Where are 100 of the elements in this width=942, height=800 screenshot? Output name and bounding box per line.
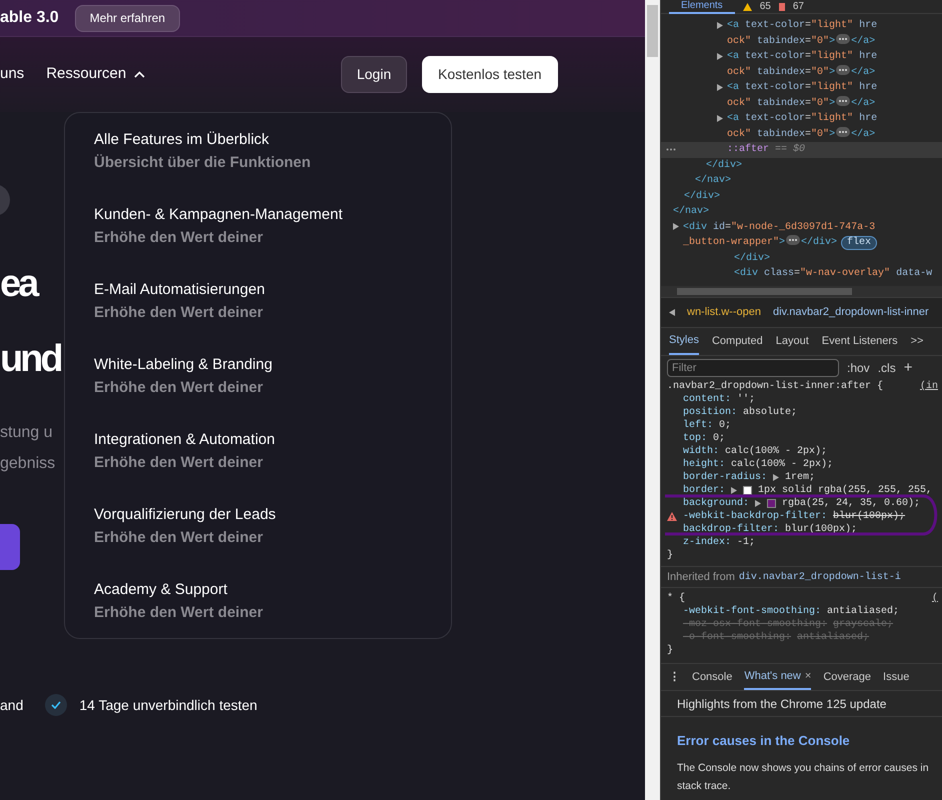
- closing-tag: </div>: [734, 252, 770, 264]
- drawer-header: Highlights from the Chrome 125 update: [677, 696, 886, 712]
- expand-arrow-icon[interactable]: [717, 22, 723, 29]
- css-selector: * {: [667, 592, 686, 605]
- more-dots-icon[interactable]: [666, 148, 676, 151]
- class-button[interactable]: .cls: [878, 359, 896, 377]
- drawer-menu-button[interactable]: ⋮: [669, 664, 680, 690]
- css-value: 0;: [719, 419, 732, 432]
- breadcrumb[interactable]: wn-list.w--open: [687, 304, 761, 321]
- item-subtitle: Übersicht über die Funktionen: [94, 153, 311, 173]
- item-title: Vorqualifizierung der Leads: [94, 505, 276, 525]
- ellipsis-badge-icon[interactable]: [836, 64, 850, 74]
- item-title: Alle Features im Überblick: [94, 130, 270, 150]
- scroll-left-icon[interactable]: [669, 309, 675, 316]
- ellipsis-badge-icon[interactable]: [836, 34, 850, 44]
- dropdown-item[interactable]: Integrationen & Automation Erhöhe den Wert deiner: [94, 429, 451, 475]
- expand-arrow-icon[interactable]: [755, 500, 762, 507]
- dropdown-item[interactable]: Alle Features im Überblick Übersicht über die Funktionen: [94, 129, 451, 175]
- dropdown-item[interactable]: E-Mail Automatisierungen Erhöhe den Wert deiner: [94, 279, 451, 325]
- css-property: position:: [683, 406, 738, 419]
- css-value: -1;: [737, 536, 756, 549]
- closing-tag: </nav>: [695, 175, 732, 186]
- nav-link[interactable]: uns: [0, 63, 24, 86]
- color-swatch[interactable]: [743, 486, 752, 495]
- css-value: calc(100% - 2px);: [731, 458, 834, 471]
- css-property: border:: [683, 484, 726, 497]
- css-property: height:: [683, 458, 726, 471]
- scrollbar[interactable]: [645, 0, 660, 800]
- drawer-tab[interactable]: Issue: [883, 664, 910, 690]
- panel-tab[interactable]: Computed: [712, 328, 763, 355]
- css-value: absolute;: [743, 406, 798, 419]
- panel-tab[interactable]: Event Listeners: [822, 328, 898, 355]
- dropdown-item[interactable]: White-Labeling & Branding Erhöhe den Wert deiner: [94, 354, 451, 400]
- warning-icon[interactable]: [742, 2, 752, 10]
- hero-headline: ea: [0, 262, 36, 307]
- hover-state-button[interactable]: :hov: [847, 359, 870, 377]
- color-swatch[interactable]: [767, 499, 776, 508]
- drawer-tab[interactable]: Coverage: [823, 664, 872, 690]
- primary-button[interactable]: [0, 524, 20, 570]
- ellipsis-badge-icon[interactable]: [836, 96, 850, 106]
- dom-node-text: <div id="w-node-_6d3097d1-747a-3: [683, 222, 876, 232]
- more-tabs-button[interactable]: >>: [910, 328, 924, 355]
- expand-arrow-icon[interactable]: [673, 223, 679, 230]
- close-icon[interactable]: ×: [804, 668, 812, 684]
- expand-arrow-icon[interactable]: [717, 84, 723, 91]
- devtools-tab[interactable]: Elements: [669, 0, 735, 14]
- css-property: width:: [683, 445, 720, 458]
- filter-field[interactable]: Filter: [667, 359, 839, 377]
- scrollbar-thumb[interactable]: [647, 5, 658, 57]
- item-subtitle: Erhöhe den Wert deiner: [94, 453, 263, 473]
- horizontal-scrollbar[interactable]: [661, 286, 942, 298]
- css-property: left:: [683, 419, 714, 432]
- ellipsis-badge-icon[interactable]: [786, 235, 800, 245]
- panel-tab[interactable]: Layout: [776, 328, 809, 355]
- learn-more-button[interactable]: Mehr erfahren: [74, 4, 180, 32]
- issue-icon[interactable]: [778, 2, 785, 10]
- item-title: E-Mail Automatisierungen: [94, 280, 265, 300]
- nav-link[interactable]: Ressourcen: [46, 63, 146, 86]
- css-property: -webkit-font-smoothing:: [683, 605, 822, 618]
- drawer-tab[interactable]: Console: [692, 664, 732, 690]
- issue-count: 67: [792, 0, 804, 12]
- css-property: -webkit-backdrop-filter:: [683, 510, 828, 523]
- inherited-source[interactable]: div.navbar2_dropdown-list-i: [738, 570, 901, 584]
- item-subtitle: Erhöhe den Wert deiner: [94, 528, 263, 548]
- login-button[interactable]: Login: [341, 56, 407, 93]
- item-title: Integrationen & Automation: [94, 430, 275, 450]
- dom-node-text: ::after == $0: [727, 144, 806, 155]
- css-property: top:: [683, 432, 708, 445]
- dropdown-item[interactable]: Kunden- & Kampagnen-Management Erhöhe den Wert deiner: [94, 204, 451, 250]
- item-title: White-Labeling & Branding: [94, 355, 272, 375]
- add-rule-button[interactable]: +: [904, 356, 912, 380]
- dom-node-text: <div class="w-nav-overlay" data-w: [734, 268, 932, 279]
- ellipsis-badge-icon[interactable]: [836, 126, 850, 136]
- article-text: stack trace.: [677, 778, 732, 794]
- expand-arrow-icon[interactable]: [731, 487, 738, 494]
- css-selector: .navbar2_dropdown-list-inner:after {: [667, 380, 884, 393]
- dropdown-item[interactable]: Academy & Support Erhöhe den Wert deiner: [94, 579, 451, 625]
- closing-tag: </nav>: [673, 206, 710, 217]
- drawer-tab[interactable]: What's new ×: [744, 664, 812, 690]
- css-value: antialiased;: [797, 631, 870, 644]
- hero-headline: und: [0, 337, 61, 382]
- inherited-label: Inherited from: [667, 570, 735, 585]
- dropdown-item[interactable]: Vorqualifizierung der Leads Erhöhe den Wert deiner: [94, 504, 451, 550]
- css-value: blur(100px);: [833, 510, 906, 523]
- css-value: rgba(25, 24, 35, 0.60);: [782, 497, 920, 510]
- dom-node-text: ock" tabindex="0"> </a>: [727, 66, 876, 78]
- free-trial-button[interactable]: Kostenlos testen: [422, 56, 558, 93]
- flex-badge[interactable]: flex: [841, 236, 878, 250]
- closing-tag: </div>: [684, 190, 720, 202]
- breadcrumb[interactable]: div.navbar2_dropdown-list-inner: [772, 304, 929, 321]
- expand-arrow-icon[interactable]: [717, 114, 723, 122]
- item-subtitle: Erhöhe den Wert deiner: [94, 228, 263, 248]
- panel-tab[interactable]: Styles: [669, 328, 699, 355]
- expand-arrow-icon[interactable]: [773, 474, 780, 481]
- css-value: antialiased;: [827, 605, 900, 618]
- expand-arrow-icon[interactable]: [717, 52, 723, 60]
- stylesheet-link[interactable]: (: [932, 592, 938, 605]
- stylesheet-link[interactable]: (in: [920, 380, 938, 393]
- closing-brace: }: [667, 645, 674, 656]
- banner-title: able 3.0: [0, 8, 59, 28]
